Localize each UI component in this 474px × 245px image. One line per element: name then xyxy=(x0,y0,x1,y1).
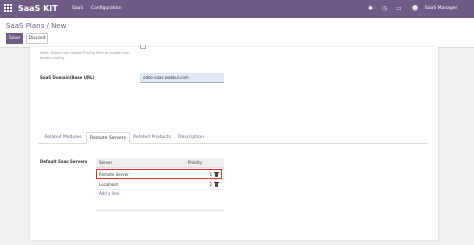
control-panel: SaaS Plans / New xyxy=(0,18,474,48)
server-cell: Localhost xyxy=(99,182,119,187)
apps-grid-icon[interactable] xyxy=(4,4,12,12)
discard-button[interactable]: Discard xyxy=(26,33,48,44)
highlight-box xyxy=(96,169,222,179)
add-line-link[interactable]: Add a line xyxy=(99,190,119,198)
priority-cell: 2 xyxy=(209,182,212,187)
domain-input[interactable]: odoo-saas.webkul.com xyxy=(140,73,224,83)
tab-related-modules[interactable]: Related Modules xyxy=(42,132,84,143)
app-title[interactable]: SaaS KIT xyxy=(18,3,58,15)
servers-label: Default Saas Servers xyxy=(40,159,88,164)
breadcrumb-current: New xyxy=(51,22,67,30)
top-navbar: SaaS KIT SaaS Configuration ✱ ◷ ▭ ☻ SaaS… xyxy=(0,0,474,18)
breadcrumb-parent[interactable]: SaaS Plans xyxy=(6,22,44,30)
tab-related-products[interactable]: Related Products xyxy=(131,132,173,143)
domain-label: SaaS Domain(Base URL) xyxy=(40,75,95,80)
clock-icon[interactable]: ◷ xyxy=(382,5,387,13)
user-menu[interactable]: SaaS Manager xyxy=(425,5,457,13)
breadcrumb-separator: / xyxy=(46,22,49,30)
bug-icon[interactable]: ✱ xyxy=(368,5,373,13)
table-row[interactable]: Localhost 2 xyxy=(96,180,224,190)
table-footer xyxy=(96,209,224,212)
breadcrumb: SaaS Plans / New xyxy=(6,21,66,31)
user-pricing-checkbox[interactable] xyxy=(140,45,146,49)
column-priority[interactable]: Priority xyxy=(188,158,202,167)
notebook-tabs: Related Modules Remote Servers Related P… xyxy=(38,132,428,144)
column-server[interactable]: Server xyxy=(99,158,112,167)
menu-configuration[interactable]: Configuration xyxy=(91,5,122,13)
chat-icon[interactable]: ▭ xyxy=(396,5,402,13)
avatar[interactable]: ☻ xyxy=(412,5,418,13)
table-header: Server Priority xyxy=(96,158,224,168)
trash-icon[interactable] xyxy=(214,182,219,187)
pricing-note: Note: Select user Based Pricing field to… xyxy=(40,51,130,60)
tab-remote-servers[interactable]: Remote Servers xyxy=(86,132,130,144)
save-button[interactable]: Save xyxy=(6,33,23,44)
tab-description[interactable]: Description xyxy=(175,132,207,143)
menu-saas[interactable]: SaaS xyxy=(72,5,83,13)
